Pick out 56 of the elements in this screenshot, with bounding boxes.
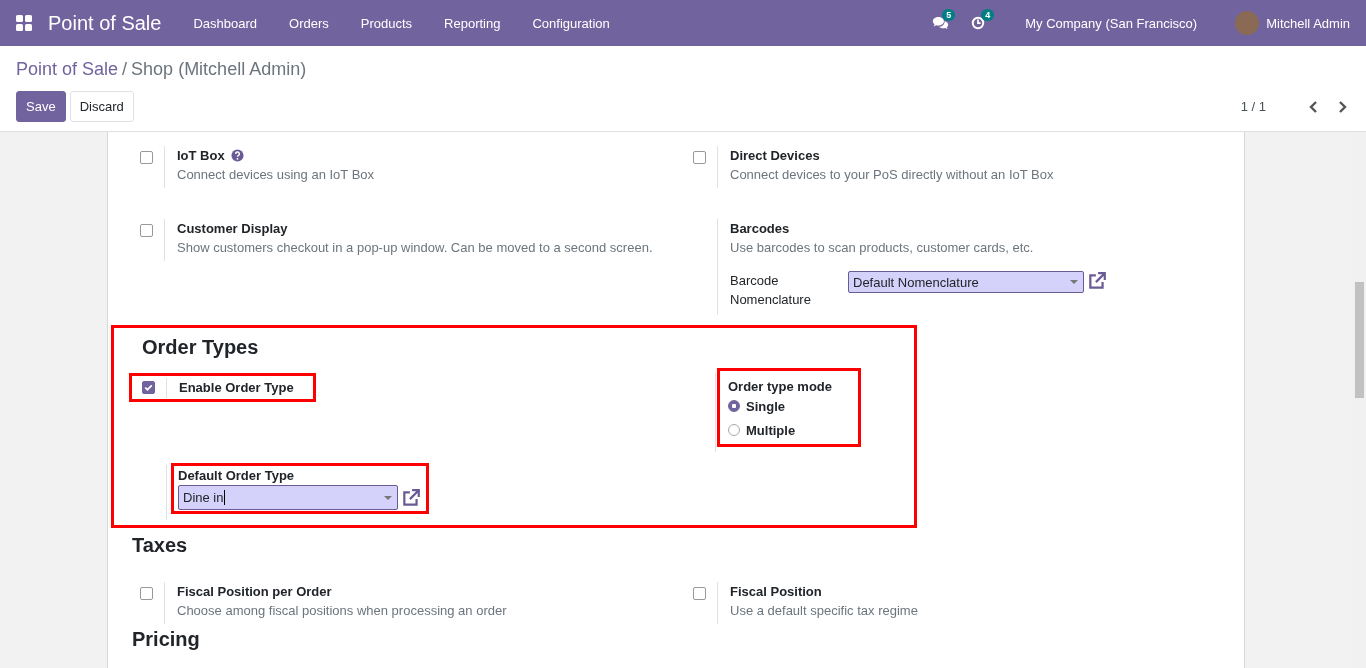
help-icon[interactable] bbox=[230, 148, 244, 162]
checkbox[interactable] bbox=[142, 381, 155, 394]
setting-description: Choose among fiscal positions when processing an order bbox=[177, 603, 507, 618]
menu-item[interactable]: Reporting bbox=[428, 15, 517, 31]
apps-menu-icon[interactable] bbox=[16, 15, 32, 31]
breadcrumb-current: Shop (Mitchell Admin) bbox=[131, 58, 307, 80]
field-label: Barcode Nomenclature bbox=[730, 272, 812, 309]
menu-item[interactable]: Dashboard bbox=[177, 15, 274, 31]
checkbox[interactable] bbox=[140, 151, 153, 164]
section-heading: Pricing bbox=[132, 628, 201, 651]
external-link-icon[interactable] bbox=[1087, 271, 1107, 291]
select-field[interactable]: Dine in bbox=[178, 485, 398, 510]
chat-icon[interactable] bbox=[932, 16, 950, 30]
setting-description: Show customers checkout in a pop-up window. Can be moved to a second screen. bbox=[177, 240, 653, 255]
radio-label[interactable]: Single bbox=[746, 398, 785, 414]
checkbox[interactable] bbox=[140, 224, 153, 237]
setting-description: Use a default specific tax regime bbox=[730, 603, 918, 618]
pager-value: 1 / 1 bbox=[1240, 99, 1266, 114]
setting-title: IoT Box bbox=[177, 147, 225, 163]
activity-count-badge: 4 bbox=[981, 9, 995, 21]
clock-icon[interactable] bbox=[971, 16, 986, 30]
breadcrumb-link[interactable]: Point of Sale bbox=[16, 58, 119, 80]
section-heading: Order Types bbox=[142, 336, 260, 359]
menu-item[interactable]: Configuration bbox=[516, 15, 626, 31]
caret-icon bbox=[384, 495, 392, 500]
section-heading: Taxes bbox=[132, 534, 189, 557]
next-icon[interactable] bbox=[1338, 99, 1348, 114]
field-label: Default Order Type bbox=[178, 468, 296, 483]
setting-title: Fiscal Position per Order bbox=[177, 583, 332, 599]
setting-description: Use barcodes to scan products, customer cards, etc. bbox=[730, 240, 1035, 255]
menu-item[interactable]: Orders bbox=[273, 15, 345, 31]
user-menu[interactable]: Mitchell Admin bbox=[1266, 15, 1350, 31]
app-title[interactable]: Point of Sale bbox=[48, 11, 162, 35]
setting-title: Fiscal Position bbox=[730, 583, 822, 599]
radio-label[interactable]: Multiple bbox=[746, 422, 796, 438]
save-button[interactable]: Save bbox=[16, 91, 66, 122]
message-count-badge: 5 bbox=[942, 9, 956, 21]
setting-description: Connect devices using an IoT Box bbox=[177, 167, 375, 182]
radio-button[interactable] bbox=[728, 400, 740, 412]
setting-title: Direct Devices bbox=[730, 147, 820, 163]
setting-description: Connect devices to your PoS directly without an IoT Box bbox=[730, 167, 1054, 182]
setting-title: Enable Order Type bbox=[166, 377, 294, 398]
setting-title: Barcodes bbox=[730, 220, 790, 236]
previous-icon[interactable] bbox=[1308, 99, 1318, 114]
field-label: Order type mode bbox=[728, 379, 833, 394]
menu-item[interactable]: Products bbox=[344, 15, 429, 31]
company-switcher[interactable]: My Company (San Francisco) bbox=[1025, 15, 1198, 31]
checkbox[interactable] bbox=[693, 587, 706, 600]
discard-button[interactable]: Discard bbox=[69, 91, 134, 122]
checkbox[interactable] bbox=[693, 151, 706, 164]
select-field[interactable]: Default Nomenclature bbox=[848, 271, 1084, 293]
breadcrumb-separator: / bbox=[122, 58, 128, 80]
external-link-icon[interactable] bbox=[401, 487, 421, 508]
setting-title: Customer Display bbox=[177, 220, 288, 236]
checkbox[interactable] bbox=[140, 587, 153, 600]
caret-icon bbox=[1070, 280, 1078, 284]
